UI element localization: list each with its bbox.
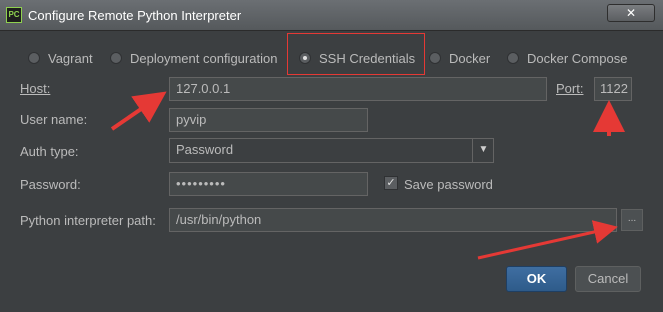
window-title: Configure Remote Python Interpreter bbox=[28, 8, 242, 23]
radio-label-docker: Docker bbox=[449, 50, 491, 66]
radio-deployment-configuration[interactable]: Deployment configuration bbox=[110, 49, 277, 67]
username-input[interactable]: pyvip bbox=[169, 108, 368, 132]
radio-icon[interactable] bbox=[507, 52, 519, 64]
radio-icon[interactable] bbox=[110, 52, 122, 64]
port-input[interactable]: 1122 bbox=[594, 77, 632, 101]
interpreter-path-label: Python interpreter path: bbox=[20, 213, 156, 228]
radio-docker[interactable]: Docker bbox=[429, 49, 490, 67]
radio-docker-compose[interactable]: Docker Compose bbox=[507, 49, 627, 67]
host-label: Host: bbox=[20, 81, 51, 96]
browse-button[interactable]: ... bbox=[621, 209, 643, 231]
annotation-highlight-box bbox=[287, 33, 425, 75]
auth-type-value: Password bbox=[176, 142, 234, 157]
auth-type-select[interactable]: Password bbox=[169, 138, 494, 163]
host-input[interactable]: 127.0.0.1 bbox=[169, 77, 547, 101]
auth-type-label: Auth type: bbox=[20, 144, 79, 159]
password-label: Password: bbox=[20, 177, 81, 192]
password-input[interactable]: ••••••••• bbox=[169, 172, 368, 196]
radio-icon[interactable] bbox=[429, 52, 441, 64]
ok-button[interactable]: OK bbox=[506, 266, 567, 292]
save-password-checkbox[interactable]: ✓ bbox=[384, 176, 398, 190]
radio-label-docker-compose: Docker Compose bbox=[527, 50, 628, 66]
title-bar: PC Configure Remote Python Interpreter ✕ bbox=[0, 0, 663, 31]
save-password-label: Save password bbox=[404, 177, 493, 192]
radio-label-deployment: Deployment configuration bbox=[130, 50, 278, 66]
arrow-to-browse bbox=[477, 220, 618, 260]
radio-vagrant[interactable]: Vagrant bbox=[28, 49, 93, 67]
chevron-down-icon[interactable]: ▼ bbox=[472, 138, 494, 163]
radio-label-vagrant: Vagrant bbox=[48, 50, 93, 66]
radio-icon[interactable] bbox=[28, 52, 40, 64]
close-button[interactable]: ✕ bbox=[607, 4, 655, 22]
port-label: Port: bbox=[556, 81, 584, 96]
username-label: User name: bbox=[20, 112, 88, 127]
arrow-to-host bbox=[110, 91, 167, 131]
pycharm-icon: PC bbox=[6, 7, 22, 23]
interpreter-path-input[interactable]: /usr/bin/python bbox=[169, 208, 617, 232]
cancel-button[interactable]: Cancel bbox=[575, 266, 641, 292]
